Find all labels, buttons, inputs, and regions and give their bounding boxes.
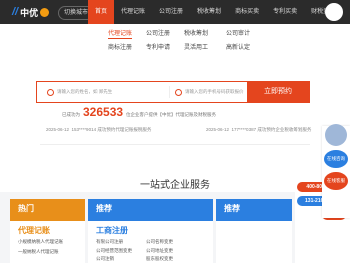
grid-item[interactable]: 公司注销 bbox=[96, 256, 114, 262]
card-tag: 推荐 bbox=[224, 204, 240, 213]
user-icon bbox=[47, 88, 54, 96]
user-avatar-button[interactable] bbox=[325, 3, 343, 21]
field-divider bbox=[169, 86, 170, 98]
stats-suffix: 位企业客户提供【中优】代理记账及财税服务 bbox=[126, 112, 217, 117]
service-patent[interactable]: 专利申请 bbox=[146, 42, 170, 51]
hero-section: 代理记账 公司注册 税收筹划 公司审计 商标注册 专利申请 灵活用工 高新认定 … bbox=[0, 24, 350, 192]
service-trademark[interactable]: 商标注册 bbox=[108, 42, 132, 51]
card-tag: 推荐 bbox=[96, 204, 112, 213]
card-title: 代理记账 bbox=[18, 226, 50, 235]
online-consult-button[interactable]: 在线咨询 bbox=[324, 150, 348, 168]
name-placeholder: 请输入您的姓名，如 郑先生 bbox=[57, 89, 113, 94]
card-header: 推荐 bbox=[88, 199, 213, 221]
news-date: 2025-06-12 bbox=[206, 127, 230, 132]
service-accounting[interactable]: 代理记账 bbox=[108, 28, 133, 39]
service-card-third[interactable]: 推荐 bbox=[216, 199, 292, 263]
service-hightech[interactable]: 高新认定 bbox=[226, 42, 250, 51]
nav-item-accounting[interactable]: 代理记账 bbox=[114, 0, 152, 24]
news-item[interactable]: 2025-06-12 153****9014 成功预约代理记账报税服务 bbox=[46, 127, 151, 133]
top-navbar: // 中优 切换城市 首页 代理记账 公司注册 税收筹划 商标买卖 专利买卖 财… bbox=[0, 0, 350, 24]
online-service-button[interactable]: 在线客服 bbox=[324, 172, 348, 190]
badge-icon bbox=[40, 7, 50, 17]
name-field[interactable]: 请输入您的姓名，如 郑先生 bbox=[47, 82, 167, 102]
service-audit[interactable]: 公司审计 bbox=[226, 28, 250, 37]
card-header: 推荐 bbox=[216, 199, 292, 221]
nav-item-patent[interactable]: 专利买卖 bbox=[266, 0, 304, 24]
service-card-accounting[interactable]: 热门 代理记账 小规模纳税人代理记账 一般纳税人代理记账 bbox=[10, 199, 85, 263]
stats-number: 326533 bbox=[83, 105, 124, 119]
news-text: 177****0387 成功预约企业税收筹划服务 bbox=[231, 127, 312, 132]
news-item[interactable]: 2025-06-12 177****0387 成功预约企业税收筹划服务 bbox=[206, 127, 311, 133]
phone-icon bbox=[175, 88, 182, 96]
card-line[interactable]: 小规模纳税人代理记账 bbox=[18, 239, 63, 245]
divider bbox=[40, 144, 310, 145]
consult-form: 请输入您的姓名，如 郑先生 请输入您的手机号码获取报价 立即预约 bbox=[36, 81, 310, 103]
card-header: 热门 bbox=[10, 199, 85, 221]
stats-line: 已成功为 326533 位企业客户提供【中优】代理记账及财税服务 bbox=[62, 105, 292, 119]
phone-placeholder: 请输入您的手机号码获取报价 bbox=[185, 89, 244, 94]
grid-item[interactable]: 公司名称变更 bbox=[146, 239, 173, 245]
stats-prefix: 已成功为 bbox=[62, 112, 80, 117]
card-title: 工商注册 bbox=[96, 226, 128, 235]
active-underline bbox=[108, 38, 133, 39]
grid-item[interactable]: 公司地址变更 bbox=[146, 248, 173, 254]
service-label: 代理记账 bbox=[108, 31, 133, 37]
nav-item-trademark[interactable]: 商标买卖 bbox=[228, 0, 266, 24]
side-contact-panel: 在线咨询 在线客服 bbox=[322, 124, 350, 218]
nav-item-tax[interactable]: 税收筹划 bbox=[190, 0, 228, 24]
grid-item[interactable]: 股东股权变更 bbox=[146, 256, 173, 262]
service-registration[interactable]: 公司注册 bbox=[146, 28, 170, 37]
consult-button[interactable]: 立即预约 bbox=[247, 82, 309, 102]
grid-item[interactable]: 有限公司注册 bbox=[96, 239, 123, 245]
logo-text: 中优 bbox=[20, 7, 39, 18]
logo[interactable]: // 中优 bbox=[12, 5, 50, 19]
news-date: 2025-06-12 bbox=[46, 127, 70, 132]
nav-item-registration[interactable]: 公司注册 bbox=[152, 0, 190, 24]
card-tag: 热门 bbox=[18, 204, 34, 213]
card-line[interactable]: 一般纳税人代理记账 bbox=[18, 249, 59, 255]
agent-avatar bbox=[325, 124, 347, 146]
news-text: 153****9014 成功预约代理记账报税服务 bbox=[71, 127, 152, 132]
main-nav: 首页 代理记账 公司注册 税收筹划 商标买卖 专利买卖 财税资讯 bbox=[88, 0, 342, 24]
news-ticker: 2025-06-12 153****9014 成功预约代理记账报税服务 2025… bbox=[40, 127, 340, 137]
grid-item[interactable]: 公司经营范围变更 bbox=[96, 248, 132, 254]
service-flexible[interactable]: 灵活用工 bbox=[184, 42, 208, 51]
service-card-registration[interactable]: 推荐 工商注册 有限公司注册 公司名称变更 公司经营范围变更 公司地址变更 公司… bbox=[88, 199, 213, 263]
service-tax[interactable]: 税收筹划 bbox=[184, 28, 208, 37]
nav-item-home[interactable]: 首页 bbox=[88, 0, 115, 24]
logo-mark-icon: // bbox=[12, 6, 19, 18]
